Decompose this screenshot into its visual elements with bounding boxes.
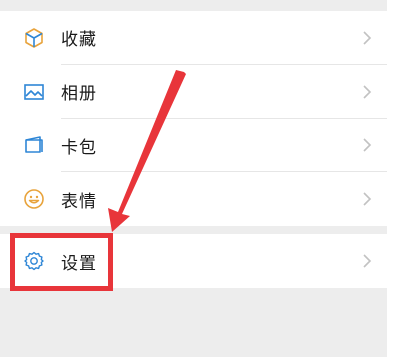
menu-item-stickers[interactable]: 表情 <box>0 172 387 226</box>
chevron-right-icon <box>363 254 372 268</box>
menu-item-album[interactable]: 相册 <box>0 65 387 119</box>
settings-screen: 收藏 相册 卡包 表情 设置 <box>0 0 413 357</box>
menu-item-label: 表情 <box>61 191 97 212</box>
right-edge <box>387 0 413 357</box>
menu-item-label: 收藏 <box>61 30 97 51</box>
menu-item-label: 设置 <box>61 253 97 274</box>
menu-item-label: 卡包 <box>61 137 97 158</box>
card-wallet-icon <box>22 133 46 157</box>
photo-icon <box>22 80 46 104</box>
menu-item-card-wallet[interactable]: 卡包 <box>0 119 387 173</box>
gear-icon <box>22 249 46 273</box>
menu-item-label: 相册 <box>61 84 97 105</box>
menu-item-settings[interactable]: 设置 <box>0 234 387 288</box>
section-gap <box>0 226 387 234</box>
chevron-right-icon <box>363 85 372 99</box>
chevron-right-icon <box>363 192 372 206</box>
cube-icon <box>22 26 46 50</box>
menu-group-settings: 设置 <box>0 234 387 288</box>
chevron-right-icon <box>363 138 372 152</box>
menu-item-favorites[interactable]: 收藏 <box>0 11 387 65</box>
top-gap <box>0 0 413 11</box>
menu-group-main: 收藏 相册 卡包 表情 <box>0 11 387 226</box>
smiley-icon <box>22 187 46 211</box>
bottom-empty-area <box>0 288 387 357</box>
chevron-right-icon <box>363 31 372 45</box>
